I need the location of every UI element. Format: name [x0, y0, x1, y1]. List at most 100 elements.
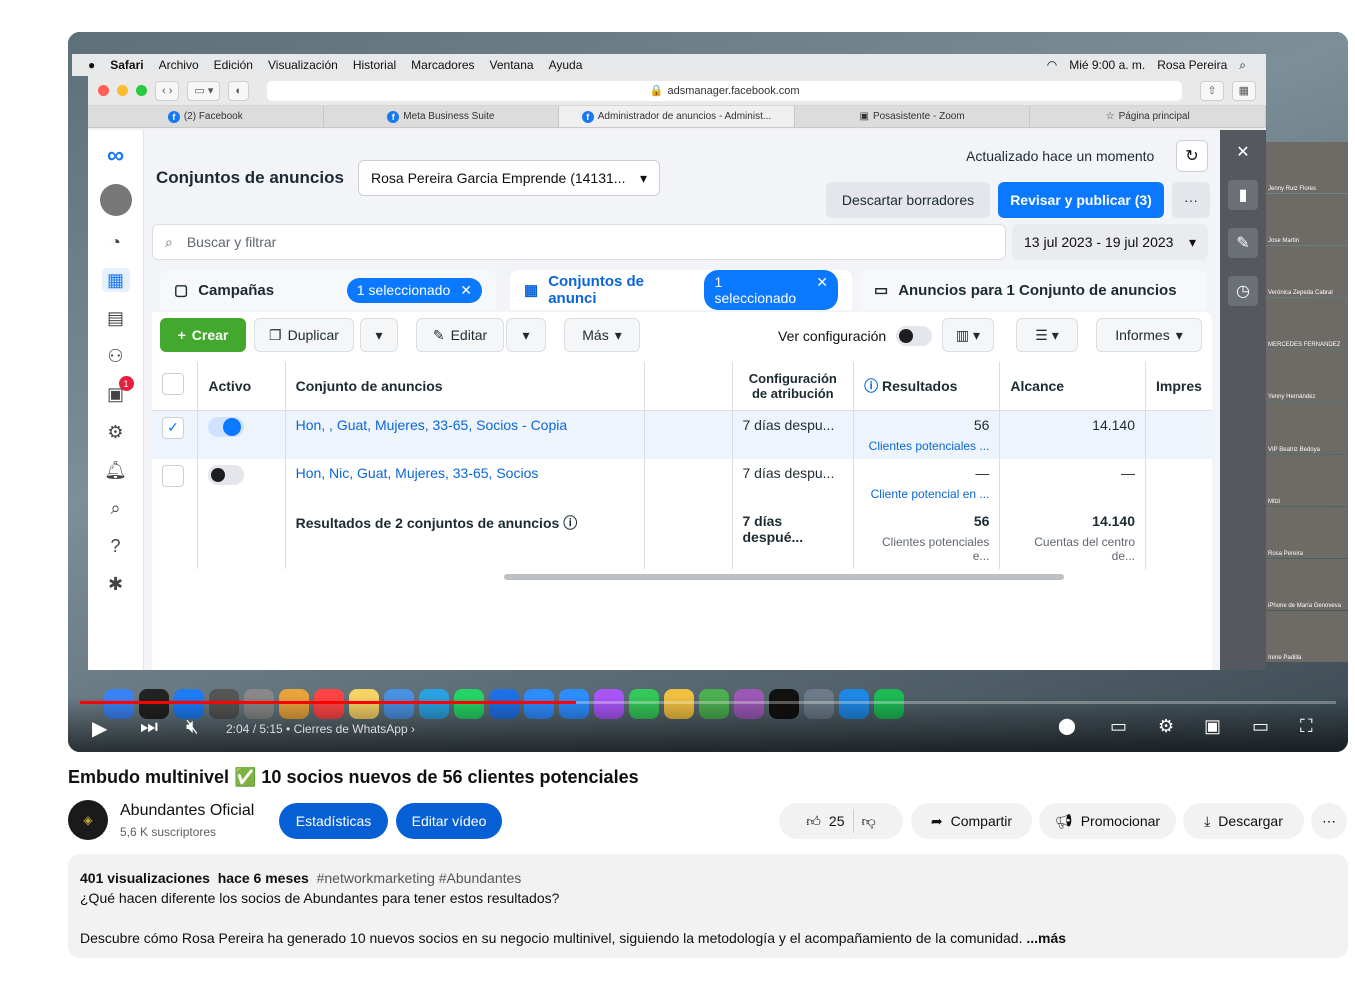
settings-gear-icon[interactable]: ⚙ [1158, 716, 1174, 737]
mute-icon[interactable]: 🔇︎ [186, 716, 199, 739]
progress-bar[interactable] [80, 701, 1336, 704]
subtitles-icon[interactable]: ▭ [1110, 716, 1127, 737]
theater-icon[interactable]: ▭ [1252, 716, 1269, 737]
participant-tile: Irene Padilla [1266, 610, 1348, 662]
facebook-icon: f [387, 110, 400, 123]
fullscreen-icon[interactable]: ⛶ [1300, 716, 1313, 737]
play-icon[interactable]: ▶ [92, 716, 107, 741]
chevron-down-icon: ▾ [1188, 233, 1196, 250]
sidebar-icon: ▭ ▾ [187, 80, 221, 101]
folder-icon: ▢ [174, 282, 189, 299]
close-icon: ✕ [1236, 144, 1250, 161]
url-bar: 🔒 adsmanager.facebook.com [267, 80, 1183, 101]
selected-pill-label: 1 seleccionado [714, 274, 797, 306]
adset-name: Hon, Nic, Guat, Mujeres, 33-65, Socios [295, 464, 539, 481]
col-attribution: Configuración de atribución [732, 362, 855, 411]
reports-button: Informes ▾ [1096, 318, 1202, 352]
row-spacer [644, 506, 733, 569]
participant-tile: Jenny Ruiz Flores [1266, 142, 1348, 194]
video-title: Embudo multinivel ✅ 10 socios nuevos de … [68, 767, 639, 787]
chart-icon: ▮ [1228, 180, 1258, 210]
search-filter-input: ⌕ Buscar y filtrar [152, 224, 1006, 260]
minimize-dot [117, 85, 128, 96]
zoom-participants: Jenny Ruiz Flores Jose Martin Verónica Z… [1266, 142, 1348, 662]
more-label: Más [582, 327, 609, 343]
participant-name: Rosa Pereira [1268, 550, 1304, 557]
menu-historial: Historial [352, 58, 397, 72]
totals-results-sub: Clientes potenciales e... [881, 534, 990, 563]
thumbs-down-icon[interactable]: 👎︎ [862, 813, 876, 830]
participant-tile: Mitzi [1266, 454, 1348, 506]
menu-edicion: Edición [213, 58, 253, 72]
spotlight-icon: ⌕ [1239, 57, 1246, 72]
review-publish-button: Revisar y publicar (3) [998, 182, 1164, 218]
edit-video-button[interactable]: Editar vídeo [396, 803, 502, 839]
promote-button[interactable]: 📢︎ Promocionar [1039, 803, 1176, 839]
tab-ads-label: Anuncios para 1 Conjunto de anuncios [898, 281, 1177, 299]
channel-name[interactable]: Abundantes Oficial [120, 802, 254, 820]
next-icon[interactable]: ⏭ [140, 716, 158, 739]
ads-manager: ∞ ◔ ▦ ▤ ⚇ ▣ 1 ⚙ 🔔︎ ⌕ ? ✱ Conjuntos de anu… [88, 130, 1266, 670]
tab-meta-business-label: Meta Business Suite [403, 111, 495, 122]
col-active: Activo [197, 362, 286, 411]
discard-drafts-button: Descartar borradores [826, 182, 990, 218]
video-frame: ● Safari Archivo Edición Visualización H… [68, 32, 1348, 752]
divider [852, 809, 854, 833]
info-icon: ⓘ [563, 514, 578, 531]
search-icon: ⌕ [165, 233, 173, 250]
table-row: ✓ Hon, , Guat, Mujeres, 33-65, Socios - … [152, 410, 1212, 459]
view-config-label: Ver configuración [778, 328, 887, 344]
totals-reach-value: 14.140 [1092, 512, 1135, 529]
participant-name: Mitzi [1268, 498, 1281, 505]
safari-toolbar: ‹ › ▭ ▾ ◐ 🔒 adsmanager.facebook.com ⇧ ▦ [88, 76, 1266, 106]
row-checkbox [152, 506, 199, 569]
search-placeholder: Buscar y filtrar [186, 234, 277, 250]
menu-marcadores: Marcadores [411, 58, 475, 72]
duplicate-label: Duplicar [287, 327, 339, 343]
row-attrib: 7 días despu... [732, 458, 855, 507]
close-dot [98, 85, 109, 96]
show-more-link[interactable]: ...más [1026, 930, 1066, 946]
checkbox-checked: ✓ [162, 416, 184, 439]
participant-tile: VIP Beatriz Bedoya [1266, 402, 1348, 454]
miniplayer-icon[interactable]: ▣ [1204, 716, 1221, 737]
edit-label: Editar [450, 327, 488, 343]
tab-meta-business: f Meta Business Suite [324, 106, 560, 127]
hashtags[interactable]: #networkmarketing #Abundantes [317, 870, 522, 886]
row-results: 56 Clientes potenciales ... [853, 410, 1001, 459]
row-name: Hon, Nic, Guat, Mujeres, 33-65, Socios [285, 458, 645, 507]
chapter-label[interactable]: Cierres de WhatsApp [294, 722, 408, 736]
participant-name: Verónica Zepeda Cabral [1268, 290, 1333, 297]
participant-name: VIP Beatriz Bedoya [1268, 446, 1320, 453]
chevron-down-icon: ▾ [1175, 326, 1183, 343]
table-row: Hon, Nic, Guat, Mujeres, 33-65, Socios 7… [152, 458, 1212, 507]
participant-name: Jenny Ruiz Flores [1268, 186, 1317, 193]
like-count: 25 [828, 813, 845, 829]
video-player[interactable]: ● Safari Archivo Edición Visualización H… [68, 32, 1348, 752]
more-actions-icon[interactable]: ⋯ [1311, 803, 1347, 839]
channel-avatar[interactable]: ◈ [68, 800, 108, 840]
col-adset: Conjunto de anuncios [285, 362, 645, 411]
document-icon: ▤ [106, 307, 124, 328]
tab-zoom: ▣ Posasistente - Zoom [795, 106, 1031, 127]
page-title: Conjuntos de anuncios [156, 168, 344, 187]
autoplay-icon[interactable]: ⬤ [1058, 716, 1076, 736]
participant-tile: Jose Martin [1266, 194, 1348, 246]
ads-sidepanel: ✕ ▮ ✎ ◷ [1220, 130, 1266, 670]
participant-tile: iPhone de María Genoveva [1266, 558, 1348, 610]
share-button[interactable]: ➦ Compartir [911, 803, 1032, 839]
stats-button[interactable]: Estadísticas [279, 803, 388, 839]
clock-icon: ◷ [1228, 276, 1258, 306]
participant-name: Irene Padilla [1268, 654, 1302, 661]
row-attrib: 7 días despu... [732, 410, 855, 459]
facebook-icon: f [167, 110, 180, 123]
download-button[interactable]: ⤓ Descargar [1183, 803, 1304, 839]
totals-results: 56 Clientes potenciales e... [853, 506, 1001, 569]
like-button[interactable]: 👍︎ 25 [806, 813, 844, 830]
upload-age: hace 6 meses [217, 870, 309, 886]
notifications-icon: ▣ 1 [102, 376, 134, 406]
reports-label: Informes [1115, 327, 1170, 343]
description-box[interactable]: 401 visualizaciones hace 6 meses #networ… [68, 854, 1348, 958]
menu-ventana: Ventana [489, 58, 534, 72]
